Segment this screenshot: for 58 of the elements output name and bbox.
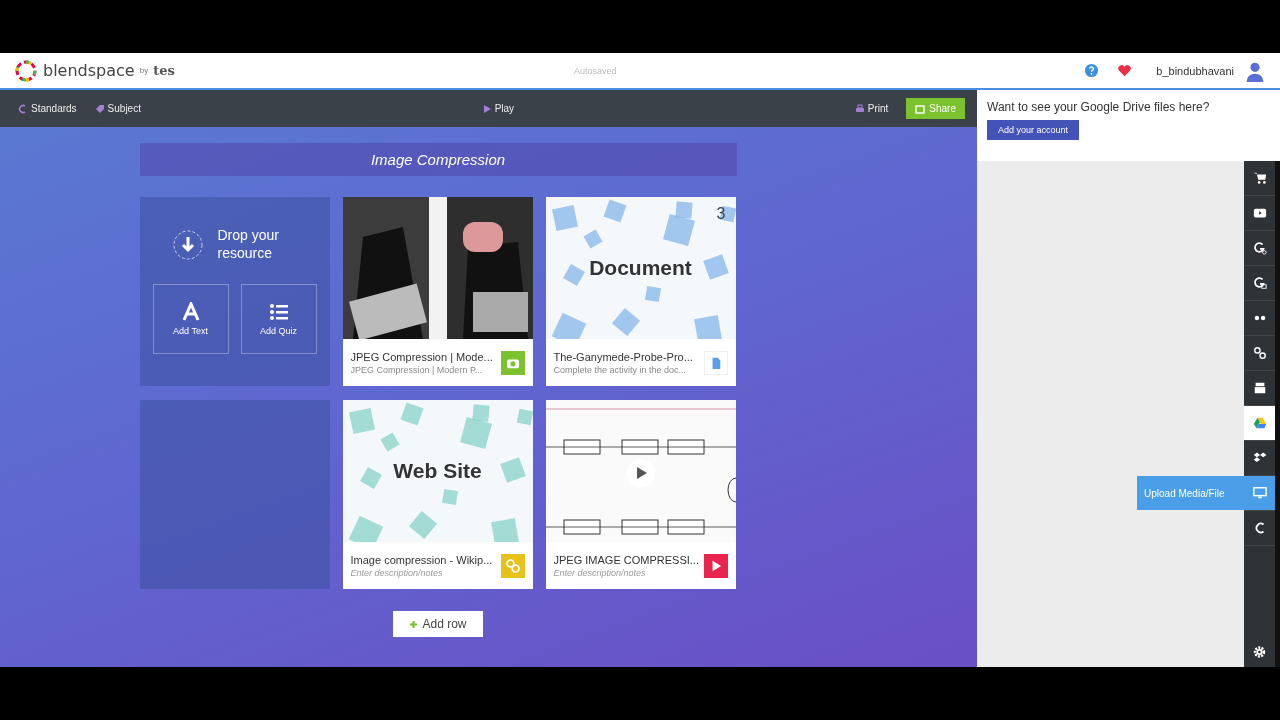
- video-icon: [1252, 206, 1267, 220]
- document-icon: [703, 350, 728, 375]
- toolbar-button[interactable]: Subject: [94, 103, 141, 114]
- share-icon: [915, 103, 926, 114]
- resource-card[interactable]: Document 3 The-Ganymede-Probe-Pro... Complete the activity in the doc...: [545, 197, 736, 386]
- letter-icon: [180, 302, 201, 322]
- logo-by: by: [139, 66, 149, 75]
- card-description: Complete the activity in the doc...: [553, 364, 688, 375]
- play-button[interactable]: Play: [481, 103, 515, 114]
- logo-brand: tes: [153, 63, 175, 78]
- link-icon: [500, 553, 525, 578]
- username[interactable]: b_bindubhavani: [1156, 64, 1234, 77]
- add-account-button[interactable]: Add your account: [987, 120, 1080, 140]
- google-link-icon: [1252, 241, 1267, 255]
- logo-text: blendspace: [43, 61, 135, 80]
- drive-prompt: Want to see your Google Drive files here?: [987, 100, 1210, 114]
- add-button[interactable]: Add Quiz: [240, 284, 317, 354]
- play-icon: [481, 103, 492, 114]
- add-button[interactable]: Add Text: [152, 284, 229, 354]
- video-icon: [703, 553, 728, 578]
- drop-zone[interactable]: Drop your resource Add Text Add Quiz: [139, 197, 330, 386]
- resource-card[interactable]: Web Site Image compression - Wikip... Enter description/notes: [342, 400, 533, 589]
- thumbnail-label: Document: [589, 256, 692, 280]
- card-title: Image compression - Wikip...: [350, 553, 494, 566]
- autosave-status: Autosaved: [574, 65, 618, 76]
- dropbox-icon: [1252, 451, 1267, 465]
- google-image-icon: [1252, 276, 1267, 290]
- page-count: 3: [716, 205, 726, 223]
- cart-icon: [1252, 171, 1267, 185]
- card-description: JPEG Compression | Modern P...: [350, 364, 484, 375]
- drop-label: Drop your resource: [217, 227, 280, 262]
- tag-icon: [94, 103, 105, 114]
- heart-icon[interactable]: [1117, 63, 1133, 78]
- resource-card[interactable]: JPEG Compression | Mode... JPEG Compression | Modern P...: [342, 197, 533, 386]
- card-title: JPEG Compression | Mode...: [350, 350, 494, 363]
- tooltip: Upload Media/File: [1137, 476, 1244, 510]
- tool-button[interactable]: [1244, 406, 1275, 441]
- help-icon[interactable]: [1084, 63, 1100, 78]
- standards-icon: [18, 103, 28, 114]
- add-row-button[interactable]: Add row: [393, 611, 483, 637]
- lesson-title[interactable]: Image Compression: [139, 143, 737, 176]
- thumbnail-label: Web Site: [393, 459, 482, 483]
- archive-icon: [1252, 381, 1267, 395]
- camera-icon: [500, 350, 525, 375]
- plus-icon: [409, 619, 419, 629]
- card-title: The-Ganymede-Probe-Pro...: [553, 350, 694, 363]
- logo-icon: [14, 58, 38, 83]
- link-icon: [1252, 346, 1267, 360]
- card-description: Enter description/notes: [553, 567, 647, 578]
- monitor-icon: [1252, 486, 1267, 500]
- toolbar-button[interactable]: Standards: [18, 103, 77, 114]
- print-icon: [854, 103, 865, 114]
- print-button[interactable]: Print: [854, 103, 889, 114]
- list-icon: [268, 302, 289, 322]
- card-description: Enter description/notes: [350, 567, 444, 578]
- card-title: JPEG IMAGE COMPRESSI...: [553, 553, 698, 566]
- download-icon: [171, 228, 204, 261]
- drive-icon: [1252, 416, 1267, 430]
